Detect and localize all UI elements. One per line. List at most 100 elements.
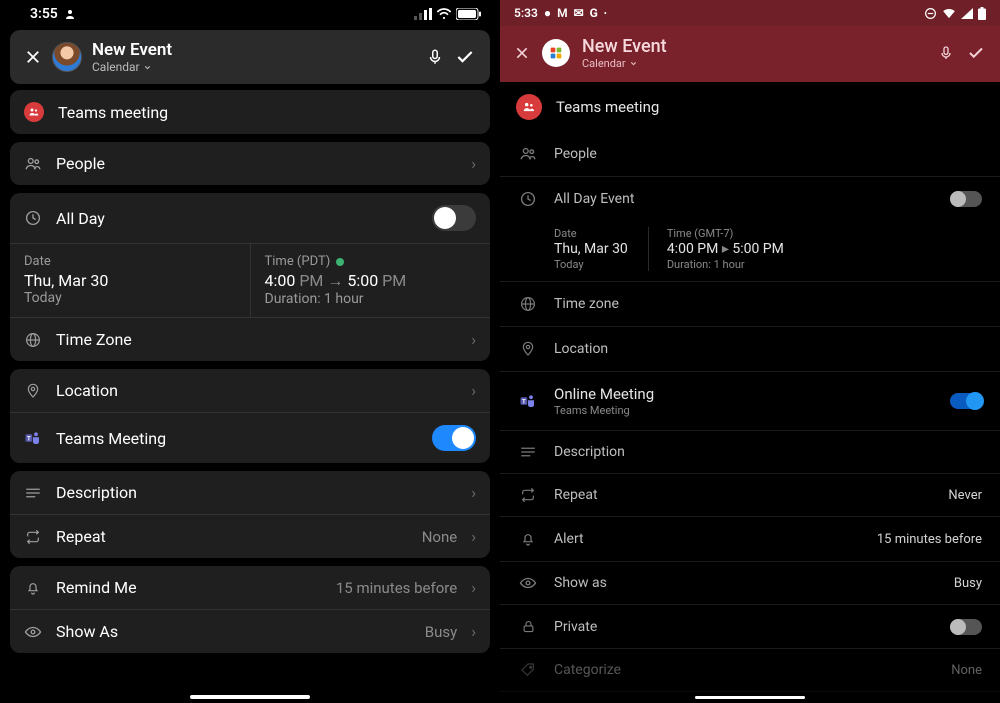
android-statusbar: 5:33 ● M ✉ G • [500,0,1000,26]
mic-icon[interactable] [938,44,954,62]
ms-teams-icon: T [24,429,42,447]
calendar-selector[interactable]: Calendar [582,57,926,70]
home-indicator[interactable] [190,695,310,699]
battery-icon [456,8,482,20]
clock-icon [518,190,538,208]
eye-icon [518,576,538,590]
gmail-icon: M [557,6,568,20]
teams-icon [516,94,542,120]
description-icon [518,445,538,459]
header-title: New Event [582,36,926,57]
date-picker[interactable]: Date Thu, Mar 30 Today [10,244,250,317]
mic-icon[interactable] [426,47,444,67]
online-meeting-row: T Online Meeting Teams Meeting [500,372,1000,431]
clock-text: 5:33 [514,6,538,20]
dnd-icon [924,7,937,20]
ios-header: New Event Calendar [10,30,490,84]
android-header: New Event Calendar [500,26,1000,82]
remind-row[interactable]: Remind Me 15 minutes before › [10,566,490,609]
teams-meeting-button[interactable]: Teams meeting [10,90,490,134]
description-row[interactable]: Description [500,431,1000,474]
svg-text:T: T [522,398,526,405]
all-day-row[interactable]: All Day [10,193,490,243]
online-meeting-toggle[interactable] [950,393,982,409]
teams-meeting-button[interactable]: Teams meeting [500,82,1000,132]
globe-icon [24,331,42,349]
location-row[interactable]: Location [500,327,1000,372]
date-picker[interactable]: Date Thu, Mar 30 Today [554,227,628,271]
repeat-row[interactable]: Repeat None › [10,514,490,558]
google-icon: G [590,6,598,20]
svg-text:T: T [27,435,31,442]
wifi-icon [436,8,452,20]
close-icon[interactable] [24,48,42,66]
wifi-icon [942,8,956,19]
bell-icon [518,530,538,548]
location-pin-icon [24,382,42,400]
people-row[interactable]: People › [10,142,490,185]
signal-icon [414,8,432,20]
message-icon: ✉ [574,6,584,20]
all-day-row[interactable]: All Day Event [500,177,1000,221]
private-row: Private [500,605,1000,649]
avatar[interactable] [52,42,82,72]
time-picker[interactable]: Time (PDT) 4:00 PM → 5:00 PM Duration: 1… [250,244,491,317]
chevron-right-icon: › [471,527,476,546]
repeat-icon [518,487,538,503]
private-toggle[interactable] [950,619,982,635]
chevron-right-icon: › [471,578,476,597]
description-row[interactable]: Description › [10,471,490,514]
chevron-right-icon: › [471,622,476,641]
ios-screenshot: 3:55 New Event Calendar [0,0,500,703]
calendar-selector[interactable]: Calendar [92,60,416,74]
teams-meeting-toggle[interactable] [432,425,476,451]
lock-icon [518,618,538,635]
people-icon [518,145,538,163]
battery-icon [978,7,986,20]
eye-icon [24,625,42,639]
ms-teams-icon: T [518,392,538,410]
person-icon [64,8,76,20]
tag-icon [518,662,538,678]
clock-icon [24,209,42,227]
teams-icon [24,102,44,122]
chevron-right-icon: › [471,154,476,173]
globe-icon [518,295,538,313]
checkmark-icon[interactable] [966,44,986,62]
teams-meeting-toggle-row: T Teams Meeting [10,412,490,463]
description-icon [24,486,42,500]
more-dot-icon: • [604,9,607,18]
alert-row[interactable]: Alert 15 minutes before [500,517,1000,562]
home-indicator[interactable] [695,696,805,699]
bell-icon [24,579,42,597]
all-day-toggle[interactable] [432,205,476,231]
timezone-row[interactable]: Time Zone › [10,317,490,361]
clock-text: 3:55 [30,6,58,22]
chevron-right-icon: › [471,330,476,349]
chevron-right-icon: › [471,381,476,400]
header-title: New Event [92,40,416,60]
chevron-down-icon [629,59,638,68]
people-icon [24,155,42,173]
android-screenshot: 5:33 ● M ✉ G • [500,0,1000,703]
repeat-row[interactable]: Repeat Never [500,474,1000,517]
ios-statusbar: 3:55 [0,0,500,24]
show-as-row[interactable]: Show as Busy [500,562,1000,605]
chevron-right-icon: › [471,483,476,502]
show-as-row[interactable]: Show As Busy › [10,609,490,653]
close-icon[interactable] [514,45,530,61]
dot-icon: ● [544,6,551,20]
categorize-row[interactable]: Categorize None [500,649,1000,692]
checkmark-icon[interactable] [454,47,476,67]
signal-icon [961,8,973,19]
location-row[interactable]: Location › [10,369,490,412]
chevron-down-icon [143,63,152,72]
office-app-icon[interactable] [542,39,570,67]
time-picker[interactable]: Time (GMT-7) 4:00 PM ▸ 5:00 PM Duration:… [648,227,784,271]
all-day-toggle[interactable] [950,191,982,207]
people-row[interactable]: People [500,132,1000,177]
location-pin-icon [518,340,538,358]
timezone-status-icon [336,258,344,266]
timezone-row[interactable]: Time zone [500,282,1000,327]
repeat-icon [24,529,42,545]
